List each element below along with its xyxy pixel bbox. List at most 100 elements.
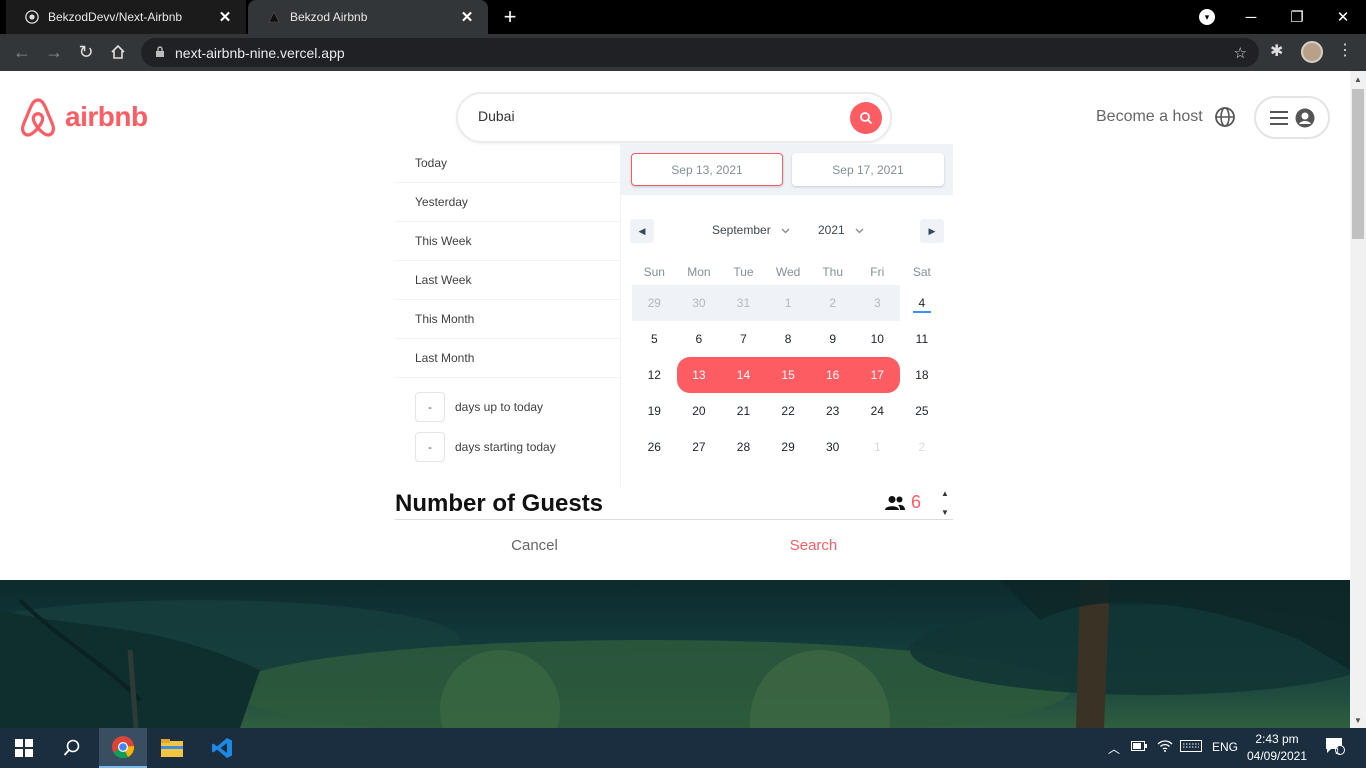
airbnb-logo[interactable]: airbnb (19, 96, 148, 138)
bookmark-star-icon[interactable]: ☆ (1234, 44, 1247, 62)
battery-icon[interactable] (1131, 740, 1147, 754)
search-input[interactable]: Dubai (478, 108, 515, 124)
end-date-display[interactable]: Sep 17, 2021 (792, 153, 944, 186)
calendar-day[interactable]: 5 (632, 321, 677, 357)
calendar-day[interactable]: 10 (855, 321, 900, 357)
calendar-day[interactable]: 29 (632, 285, 677, 321)
calendar-day[interactable]: 12 (632, 357, 677, 393)
stepper-up-icon[interactable]: ▲ (941, 489, 949, 498)
calendar-day[interactable]: 6 (677, 321, 722, 357)
range-yesterday[interactable]: Yesterday (395, 183, 620, 222)
chrome-profile-avatar[interactable] (1301, 41, 1323, 63)
tab-active[interactable]: Bekzod Airbnb ✕ (248, 0, 488, 34)
calendar-day[interactable]: 1 (855, 429, 900, 465)
input-range-starting-today: - days starting today (415, 432, 556, 462)
calendar-day[interactable]: 2 (900, 429, 945, 465)
guest-count-input[interactable]: 6 (911, 492, 921, 513)
calendar-day[interactable]: 20 (677, 393, 722, 429)
calendar-day[interactable]: 29 (766, 429, 811, 465)
calendar-day[interactable]: 2 (810, 285, 855, 321)
window-close-button[interactable]: ✕ (1320, 0, 1366, 34)
calendar-day[interactable]: 22 (766, 393, 811, 429)
scroll-down-icon[interactable]: ▼ (1350, 712, 1366, 728)
chrome-taskbar-icon[interactable] (99, 728, 147, 768)
cancel-button[interactable]: Cancel (395, 537, 674, 554)
start-date-display[interactable]: Sep 13, 2021 (631, 153, 783, 186)
calendar-day[interactable]: 1 (765, 285, 811, 321)
calendar-day[interactable]: 14 (721, 357, 766, 393)
menu-kebab-icon[interactable]: ⋮ (1337, 40, 1353, 60)
tray-overflow-icon[interactable]: ︿ (1108, 740, 1120, 757)
close-icon[interactable]: ✕ (458, 8, 476, 26)
calendar-day[interactable]: 27 (677, 429, 722, 465)
calendar-day[interactable]: 31 (721, 285, 766, 321)
calendar-day[interactable]: 9 (810, 321, 855, 357)
days-up-to-today-input[interactable]: - (415, 392, 445, 422)
calendar-day[interactable]: 21 (721, 393, 766, 429)
system-clock[interactable]: 2:43 pm 04/09/2021 (1246, 731, 1308, 765)
search-bar[interactable]: Dubai (456, 92, 892, 143)
calendar-day[interactable]: 8 (766, 321, 811, 357)
file-explorer-icon[interactable] (148, 728, 196, 768)
address-bar[interactable]: next-airbnb-nine.vercel.app ☆ (141, 38, 1259, 67)
calendar-day[interactable]: 4 (900, 285, 945, 321)
calendar-day[interactable]: 19 (632, 393, 677, 429)
keyboard-icon[interactable] (1180, 740, 1202, 755)
restore-button[interactable]: ❐ (1274, 0, 1320, 34)
taskbar-search-icon[interactable] (48, 728, 96, 768)
tab-github[interactable]: BekzodDevv/Next-Airbnb ✕ (6, 0, 246, 34)
range-last-month[interactable]: Last Month (395, 339, 620, 378)
calendar-day[interactable]: 18 (900, 357, 945, 393)
range-this-month[interactable]: This Month (395, 300, 620, 339)
close-icon[interactable]: ✕ (216, 8, 234, 26)
calendar-day[interactable]: 16 (810, 357, 855, 393)
calendar-day[interactable]: 30 (676, 285, 722, 321)
calendar-day[interactable]: 17 (855, 357, 900, 393)
calendar-day[interactable]: 24 (855, 393, 900, 429)
back-icon[interactable]: ← (8, 38, 36, 66)
calendar-day[interactable]: 30 (810, 429, 855, 465)
reload-icon[interactable]: ↻ (72, 38, 100, 66)
calendar-day[interactable]: 15 (765, 357, 811, 393)
guest-count-stepper[interactable]: ▲ ▼ (939, 489, 951, 517)
page-scrollbar[interactable]: ▲ ▼ (1350, 71, 1366, 728)
range-this-week[interactable]: This Week (395, 222, 620, 261)
clock-date: 04/09/2021 (1246, 749, 1308, 763)
language-indicator[interactable]: ENG (1212, 740, 1238, 754)
search-button[interactable] (850, 102, 882, 134)
wifi-icon[interactable] (1157, 740, 1173, 755)
calendar-day[interactable]: 25 (900, 393, 945, 429)
range-today[interactable]: Today (395, 144, 620, 183)
windows-start-icon[interactable] (0, 728, 48, 768)
extensions-icon[interactable]: ✱ (1270, 41, 1283, 61)
vscode-icon[interactable] (198, 728, 246, 768)
calendar-day[interactable]: 26 (632, 429, 677, 465)
guests-row: Number of Guests 6 ▲ ▼ (395, 487, 953, 520)
become-host-link[interactable]: Become a host (1096, 108, 1203, 126)
calendar-day[interactable]: 11 (900, 321, 945, 357)
weekday-label: Fri (870, 265, 885, 279)
month-select[interactable]: September (712, 223, 790, 237)
lock-icon[interactable] (155, 45, 167, 60)
forward-icon[interactable]: → (40, 38, 68, 66)
range-last-week[interactable]: Last Week (395, 261, 620, 300)
new-tab-button[interactable]: + (498, 4, 522, 30)
prev-month-button[interactable]: ◀ (630, 219, 654, 243)
days-starting-today-input[interactable]: - (415, 432, 445, 462)
minimize-button[interactable]: ─ (1228, 0, 1274, 34)
year-select[interactable]: 2021 (818, 223, 864, 237)
tab-search-icon[interactable]: ▾ (1199, 9, 1215, 25)
search-submit-button[interactable]: Search (674, 537, 953, 554)
calendar-day[interactable]: 28 (721, 429, 766, 465)
home-icon[interactable] (104, 38, 132, 66)
scrollbar-thumb[interactable] (1352, 89, 1364, 239)
stepper-down-icon[interactable]: ▼ (941, 508, 949, 517)
globe-icon[interactable] (1214, 106, 1236, 128)
calendar-day[interactable]: 3 (855, 285, 900, 321)
calendar-day[interactable]: 23 (810, 393, 855, 429)
user-menu-button[interactable] (1254, 96, 1330, 139)
next-month-button[interactable]: ▶ (920, 219, 944, 243)
scroll-up-icon[interactable]: ▲ (1350, 71, 1366, 87)
calendar-day[interactable]: 7 (721, 321, 766, 357)
calendar-day[interactable]: 13 (676, 357, 722, 393)
